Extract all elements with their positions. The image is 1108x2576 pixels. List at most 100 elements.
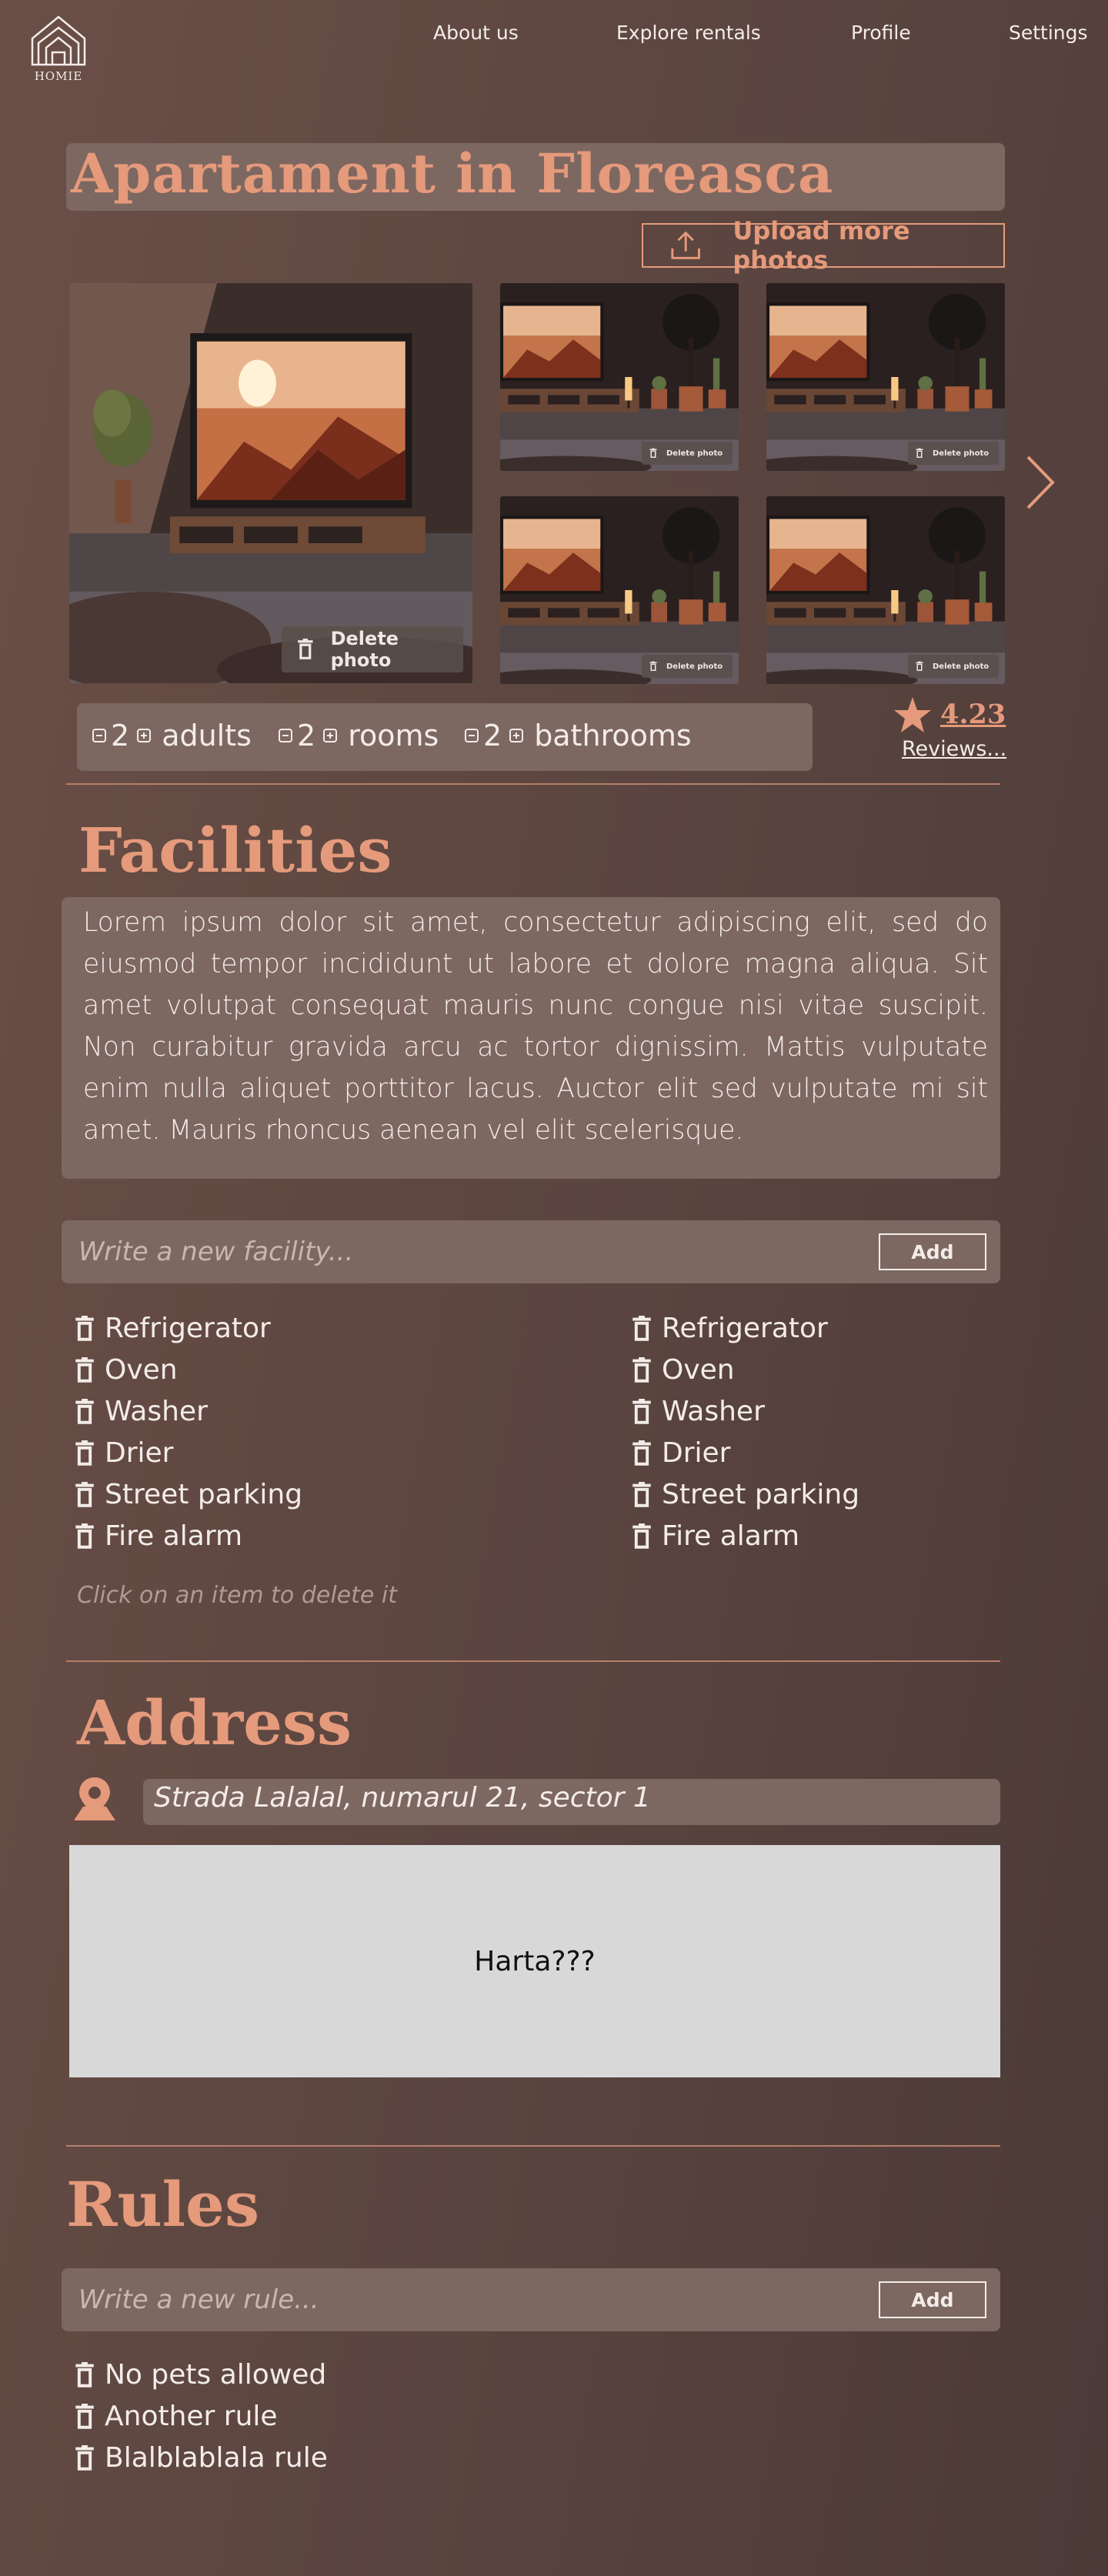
trash-icon <box>631 1482 652 1508</box>
facility-item-label: Refrigerator <box>662 1313 828 1344</box>
trash-icon <box>74 2445 95 2471</box>
rule-item[interactable]: Another rule <box>74 2401 278 2432</box>
increment-rooms-button[interactable] <box>323 729 338 742</box>
divider <box>66 783 1000 785</box>
trash-icon <box>74 1523 95 1550</box>
facility-item[interactable]: Fire alarm <box>631 1520 799 1552</box>
divider <box>66 1660 1000 1662</box>
facility-item[interactable]: Washer <box>631 1396 765 1427</box>
facilities-heading: Facilities <box>78 814 392 886</box>
increment-adults-button[interactable] <box>137 729 152 742</box>
chevron-right-icon[interactable] <box>1023 454 1057 511</box>
map-placeholder[interactable]: Harta??? <box>69 1845 1000 2077</box>
facility-item[interactable]: Drier <box>631 1437 730 1469</box>
facility-item-label: Street parking <box>105 1479 303 1510</box>
trash-icon <box>649 661 657 672</box>
delete-photo-label: Delete photo <box>933 662 990 671</box>
listing-title[interactable]: Apartament in Floreasca <box>71 142 833 205</box>
facilities-description[interactable]: Lorem ipsum dolor sit amet, consectetur … <box>83 902 988 1151</box>
trash-icon <box>74 1440 95 1467</box>
facility-item-label: Oven <box>662 1354 735 1386</box>
rooms-value: 2 <box>297 719 316 752</box>
delete-hint: Click on an item to delete it <box>77 1582 397 1609</box>
trash-icon <box>631 1523 652 1550</box>
address-heading: Address <box>77 1687 352 1759</box>
delete-photo-label: Delete photo <box>933 449 990 458</box>
adults-value: 2 <box>111 719 130 752</box>
adults-counter: 2 adults <box>89 719 252 752</box>
decrement-rooms-button[interactable] <box>279 729 292 742</box>
decrement-adults-button[interactable] <box>92 729 106 742</box>
brand-name: HOMIE <box>34 69 83 83</box>
trash-icon <box>631 1399 652 1425</box>
rule-item-label: Blalblablala rule <box>105 2442 328 2474</box>
trash-icon <box>74 1357 95 1383</box>
rating-value: 4.23 <box>940 699 1006 730</box>
trash-icon <box>649 448 657 459</box>
delete-photo-button[interactable]: Delete photo <box>642 442 733 465</box>
star-icon <box>894 697 931 732</box>
reviews-link[interactable]: Reviews... <box>902 737 1006 761</box>
divider <box>66 2145 1000 2147</box>
delete-photo-button[interactable]: Delete photo <box>908 442 999 465</box>
thumbnail-photo: Delete photo <box>766 283 1005 471</box>
facility-item[interactable]: Drier <box>74 1437 173 1469</box>
thumbnail-photo: Delete photo <box>500 283 739 471</box>
facility-item[interactable]: Oven <box>74 1354 178 1386</box>
homie-logo[interactable]: HOMIE <box>28 14 89 85</box>
house-icon <box>31 15 86 66</box>
upload-photos-button[interactable]: Upload more photos <box>642 216 1005 275</box>
facility-item[interactable]: Fire alarm <box>74 1520 242 1552</box>
facility-item[interactable]: Washer <box>74 1396 208 1427</box>
facility-item-label: Oven <box>105 1354 178 1386</box>
thumbnail-photo: Delete photo <box>500 496 739 684</box>
trash-icon <box>916 448 923 459</box>
bathrooms-label: bathrooms <box>534 719 692 752</box>
rule-item-label: No pets allowed <box>105 2359 327 2391</box>
nav-profile[interactable]: Profile <box>851 22 911 44</box>
trash-icon <box>74 1399 95 1425</box>
nav-settings[interactable]: Settings <box>1009 22 1088 44</box>
capacity-counters: 2 adults 2 rooms 2 bathrooms <box>77 703 813 771</box>
delete-photo-button[interactable]: Delete photo <box>908 655 999 678</box>
facility-item[interactable]: Oven <box>631 1354 735 1386</box>
facility-item-label: Street parking <box>662 1479 860 1510</box>
rooms-label: rooms <box>348 719 439 752</box>
add-facility-button[interactable]: Add <box>879 1233 986 1270</box>
facility-item[interactable]: Refrigerator <box>631 1313 828 1344</box>
upload-icon <box>671 231 700 259</box>
delete-photo-button[interactable]: Delete photo <box>282 626 463 672</box>
upload-photos-label: Upload more photos <box>733 216 910 275</box>
facility-item-label: Fire alarm <box>105 1520 243 1552</box>
new-rule-bar: Add <box>62 2268 1000 2331</box>
delete-photo-label: Delete photo <box>666 449 723 458</box>
trash-icon <box>74 1316 95 1342</box>
new-facility-bar: Add <box>62 1220 1000 1283</box>
decrement-bathrooms-button[interactable] <box>465 729 479 742</box>
bathrooms-value: 2 <box>483 719 502 752</box>
facility-item-label: Fire alarm <box>662 1520 800 1552</box>
nav-explore-rentals[interactable]: Explore rentals <box>616 22 761 44</box>
delete-photo-button[interactable]: Delete photo <box>642 655 733 678</box>
facility-item-label: Washer <box>105 1396 208 1427</box>
increment-bathrooms-button[interactable] <box>509 729 524 742</box>
trash-icon <box>74 1482 95 1508</box>
trash-icon <box>631 1357 652 1383</box>
new-facility-input[interactable] <box>78 1220 848 1283</box>
trash-icon <box>631 1440 652 1467</box>
rules-heading: Rules <box>66 2168 259 2241</box>
address-value[interactable]: Strada Lalalal, numarul 21, sector 1 <box>154 1782 651 1814</box>
trash-icon <box>74 2404 95 2430</box>
rule-item[interactable]: Blalblablala rule <box>74 2442 328 2474</box>
facility-item-label: Washer <box>662 1396 765 1427</box>
facility-item[interactable]: Street parking <box>74 1479 302 1510</box>
nav-about-us[interactable]: About us <box>433 22 519 44</box>
trash-icon <box>74 2362 95 2388</box>
add-rule-button[interactable]: Add <box>879 2281 986 2318</box>
new-rule-input[interactable] <box>78 2268 848 2331</box>
trash-icon <box>297 639 314 660</box>
facility-item[interactable]: Street parking <box>631 1479 859 1510</box>
rule-item[interactable]: No pets allowed <box>74 2359 326 2391</box>
facility-item[interactable]: Refrigerator <box>74 1313 271 1344</box>
trash-icon <box>916 661 923 672</box>
